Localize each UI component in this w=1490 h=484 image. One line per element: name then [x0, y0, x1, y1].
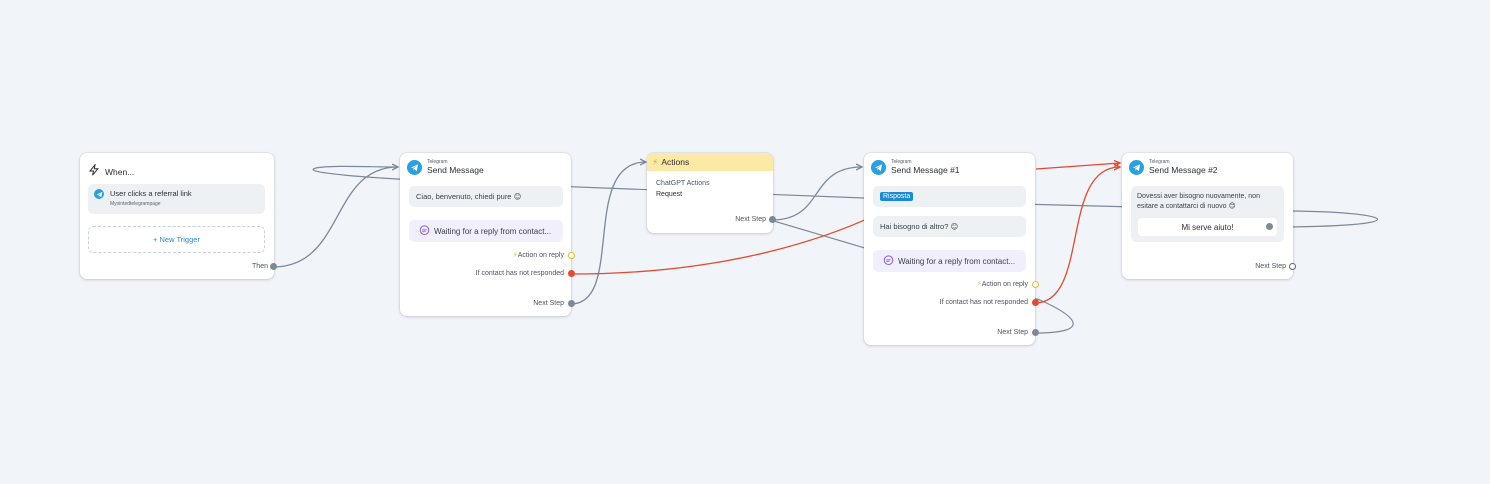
- chat-bubble-icon: [883, 254, 894, 268]
- waiting-reply-label: Waiting for a reply from contact...: [898, 256, 1016, 266]
- lightning-icon: ⚡: [652, 156, 659, 167]
- edge-not-responded-to-send-message-2: [1034, 167, 1120, 304]
- edge-next-step-to-actions: [570, 162, 646, 305]
- node-title: Send Message #2: [1149, 165, 1218, 176]
- chat-bubble-icon: [419, 224, 430, 238]
- then-label: Then: [252, 263, 268, 270]
- next-step-label: Next Step: [735, 216, 766, 223]
- waiting-reply-block[interactable]: Waiting for a reply from contact...: [873, 250, 1026, 272]
- next-step-label: Next Step: [1255, 263, 1286, 270]
- next-step-handle[interactable]: [568, 300, 575, 307]
- actions-line2: Request: [656, 191, 683, 198]
- edge-red-top-to-send-message-2: [1035, 163, 1120, 170]
- actions-node[interactable]: ⚡ Actions ChatGPT Actions Request Next S…: [647, 153, 773, 233]
- next-step-label: Next Step: [533, 300, 564, 307]
- variable-bubble[interactable]: Risposta: [873, 186, 1026, 207]
- telegram-icon: [407, 160, 422, 175]
- then-handle[interactable]: [270, 263, 277, 270]
- not-responded-handle[interactable]: [1032, 299, 1039, 306]
- waiting-reply-label: Waiting for a reply from contact...: [434, 226, 552, 236]
- message-line-1: Dovessi aver bisogno nuovamente, non: [1137, 193, 1260, 200]
- action-on-reply-handle[interactable]: [1032, 281, 1039, 288]
- edge-then-to-send-message: [272, 167, 398, 268]
- send-message-2-node[interactable]: Telegram Send Message #2 Dovessi aver bi…: [1122, 153, 1293, 279]
- node-title: Send Message: [427, 165, 484, 176]
- waiting-reply-block[interactable]: Waiting for a reply from contact...: [409, 220, 563, 242]
- new-trigger-label: + New Trigger: [153, 235, 200, 244]
- message-bubble[interactable]: Hai bisogno di altro? 😊: [873, 216, 1026, 237]
- trigger-title: When...: [105, 167, 135, 177]
- reply-button-label: Mi serve aiuto!: [1181, 222, 1234, 232]
- not-responded-handle[interactable]: [568, 270, 575, 277]
- trigger-node[interactable]: When... User clicks a referral link Myvi…: [80, 153, 274, 279]
- not-responded-label: If contact has not responded: [475, 270, 564, 277]
- trigger-sublabel: Myvintedtelegrampage: [110, 201, 161, 207]
- reply-button[interactable]: Mi serve aiuto!: [1138, 218, 1277, 236]
- trigger-label: User clicks a referral link: [110, 189, 192, 198]
- edge-actions-to-send-message-1: [771, 167, 862, 221]
- telegram-icon: [871, 160, 886, 175]
- not-responded-label: If contact has not responded: [939, 299, 1028, 306]
- send-message-1-node[interactable]: Telegram Send Message #1 Risposta Hai bi…: [864, 153, 1035, 345]
- telegram-icon: [94, 189, 104, 199]
- message-bubble[interactable]: Ciao, benvenuto, chiedi pure 😊: [409, 186, 563, 207]
- actions-header: ⚡ Actions: [647, 153, 773, 171]
- reply-button-handle[interactable]: [1266, 223, 1273, 230]
- action-on-reply-label: ⚡Action on reply: [512, 252, 564, 259]
- telegram-icon: [1129, 160, 1144, 175]
- next-step-label: Next Step: [997, 329, 1028, 336]
- actions-next-step-handle[interactable]: [769, 216, 776, 223]
- actions-line1: ChatGPT Actions: [656, 180, 710, 187]
- action-on-reply-label: ⚡Action on reply: [976, 281, 1028, 288]
- variable-badge: Risposta: [880, 192, 914, 201]
- actions-title: Actions: [661, 157, 690, 167]
- next-step-handle[interactable]: [1032, 329, 1039, 336]
- new-trigger-button[interactable]: + New Trigger: [88, 226, 265, 253]
- action-on-reply-handle[interactable]: [568, 252, 575, 259]
- trigger-item[interactable]: User clicks a referral link Myvintedtele…: [88, 184, 265, 214]
- message-bubble[interactable]: Dovessi aver bisogno nuovamente, non esi…: [1131, 186, 1284, 242]
- message-line-2: esitare a contattarci di nuovo 😊: [1137, 203, 1236, 210]
- next-step-handle[interactable]: [1289, 263, 1296, 270]
- send-message-node[interactable]: Telegram Send Message Ciao, benvenuto, c…: [400, 153, 571, 316]
- node-title: Send Message #1: [891, 165, 960, 176]
- lightning-icon: [88, 162, 100, 181]
